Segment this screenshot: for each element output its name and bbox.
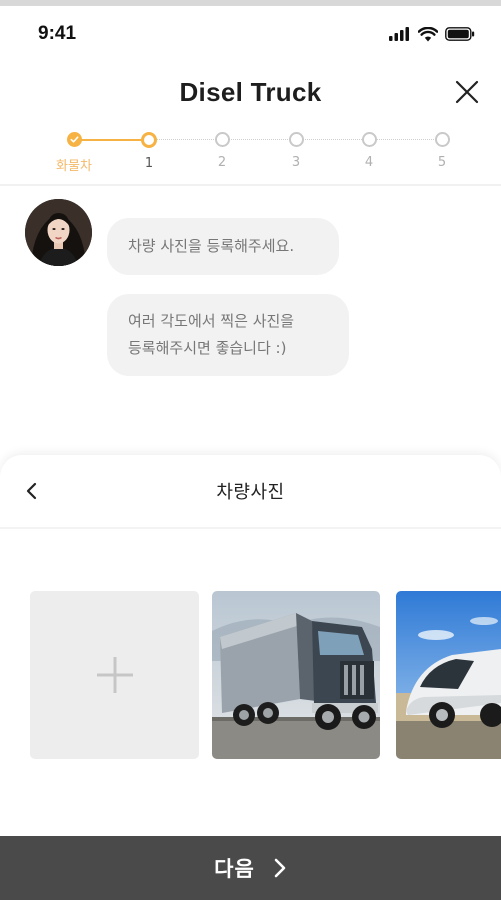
step-dot bbox=[361, 132, 377, 147]
chat-message-text: 등록해주시면 좋습니다 :) bbox=[128, 339, 287, 357]
chevron-left-icon[interactable] bbox=[20, 479, 44, 503]
signal-icon bbox=[389, 27, 409, 41]
progress-stepper: 화물차 1 2 3 4 5 bbox=[0, 126, 501, 184]
vehicle-photo-thumbnail[interactable] bbox=[212, 591, 380, 759]
step-label: 1 bbox=[144, 156, 154, 171]
sheet-divider bbox=[0, 527, 501, 529]
add-photo-button[interactable] bbox=[30, 591, 199, 759]
step-check-icon bbox=[66, 132, 82, 147]
avatar bbox=[25, 199, 92, 266]
step-5[interactable]: 5 bbox=[412, 132, 472, 170]
step-1[interactable]: 1 bbox=[119, 132, 179, 171]
chat-message-text: 차량 사진을 등록해주세요. bbox=[128, 237, 295, 255]
step-3[interactable]: 3 bbox=[266, 132, 326, 170]
step-label: 화물차 bbox=[56, 159, 92, 174]
next-button[interactable]: 다음 bbox=[0, 836, 501, 900]
stepper-divider bbox=[0, 184, 501, 186]
step-label: 4 bbox=[364, 155, 374, 170]
page-title: Disel Truck bbox=[179, 76, 322, 107]
wifi-icon bbox=[418, 26, 438, 41]
status-time: 9:41 bbox=[38, 23, 77, 44]
step-dot bbox=[214, 132, 230, 147]
step-dot-current bbox=[141, 132, 157, 148]
chevron-right-icon bbox=[274, 858, 286, 878]
step-label: 2 bbox=[217, 155, 227, 170]
chat-message-text: 여러 각도에서 찍은 사진을 bbox=[128, 312, 295, 330]
step-dot bbox=[434, 132, 450, 147]
step-dot bbox=[288, 132, 304, 147]
next-button-label: 다음 bbox=[214, 857, 255, 881]
step-4[interactable]: 4 bbox=[339, 132, 399, 170]
step-0[interactable]: 화물차 bbox=[44, 132, 104, 174]
header: Disel Truck bbox=[0, 62, 501, 122]
close-icon[interactable] bbox=[453, 78, 481, 106]
photo-sheet: 차량사진 bbox=[0, 455, 501, 900]
battery-icon bbox=[445, 27, 475, 41]
vehicle-photo-thumbnail[interactable] bbox=[396, 591, 501, 759]
step-label: 3 bbox=[291, 155, 301, 170]
sheet-header: 차량사진 bbox=[0, 455, 501, 527]
status-bar: 9:41 bbox=[0, 6, 501, 62]
step-2[interactable]: 2 bbox=[192, 132, 252, 170]
plus-icon bbox=[96, 657, 133, 693]
chat-bubble: 차량 사진을 등록해주세요. bbox=[107, 218, 339, 275]
status-icons bbox=[389, 26, 475, 42]
chat-bubble: 여러 각도에서 찍은 사진을 등록해주시면 좋습니다 :) bbox=[107, 294, 349, 376]
step-label: 5 bbox=[437, 155, 447, 170]
sheet-title: 차량사진 bbox=[216, 482, 285, 503]
